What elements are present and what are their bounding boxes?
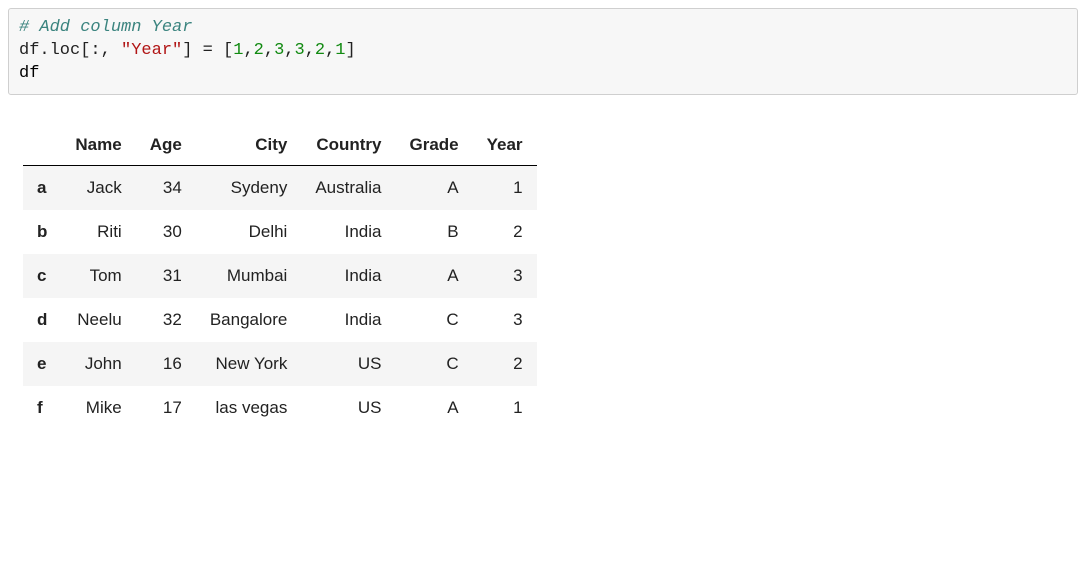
table-header-row: Name Age City Country Grade Year	[23, 125, 537, 166]
cell: C	[395, 298, 472, 342]
cell: New York	[196, 342, 302, 386]
cell: 16	[136, 342, 196, 386]
cell: las vegas	[196, 386, 302, 430]
table-row: a Jack 34 Sydeny Australia A 1	[23, 165, 537, 210]
column-header: City	[196, 125, 302, 166]
table-row: f Mike 17 las vegas US A 1	[23, 386, 537, 430]
table-row: c Tom 31 Mumbai India A 3	[23, 254, 537, 298]
cell: 2	[473, 210, 537, 254]
code-line-3: df	[19, 64, 39, 83]
column-header: Name	[61, 125, 135, 166]
cell: Sydeny	[196, 165, 302, 210]
cell: 34	[136, 165, 196, 210]
index-label: c	[23, 254, 61, 298]
code-line-2: df.loc[:, "Year"] = [1,2,3,3,2,1]	[19, 41, 356, 60]
cell: John	[61, 342, 135, 386]
table-row: d Neelu 32 Bangalore India C 3	[23, 298, 537, 342]
cell: 3	[473, 254, 537, 298]
cell: Tom	[61, 254, 135, 298]
column-header: Country	[301, 125, 395, 166]
table-row: b Riti 30 Delhi India B 2	[23, 210, 537, 254]
cell: A	[395, 165, 472, 210]
index-label: d	[23, 298, 61, 342]
cell: Mike	[61, 386, 135, 430]
column-header: Year	[473, 125, 537, 166]
cell: Mumbai	[196, 254, 302, 298]
cell: 1	[473, 386, 537, 430]
cell: A	[395, 254, 472, 298]
cell: B	[395, 210, 472, 254]
cell: Bangalore	[196, 298, 302, 342]
cell: C	[395, 342, 472, 386]
cell: 3	[473, 298, 537, 342]
dataframe-table: Name Age City Country Grade Year a Jack …	[23, 125, 537, 430]
code-cell[interactable]: # Add column Year df.loc[:, "Year"] = [1…	[8, 8, 1078, 95]
cell: Delhi	[196, 210, 302, 254]
cell: 17	[136, 386, 196, 430]
column-header: Grade	[395, 125, 472, 166]
cell: 31	[136, 254, 196, 298]
cell: Jack	[61, 165, 135, 210]
index-label: a	[23, 165, 61, 210]
index-label: f	[23, 386, 61, 430]
cell: 1	[473, 165, 537, 210]
cell: US	[301, 386, 395, 430]
cell: 2	[473, 342, 537, 386]
code-comment: # Add column Year	[19, 18, 192, 37]
index-corner	[23, 125, 61, 166]
index-label: e	[23, 342, 61, 386]
table-row: e John 16 New York US C 2	[23, 342, 537, 386]
cell: Neelu	[61, 298, 135, 342]
cell: A	[395, 386, 472, 430]
cell: India	[301, 210, 395, 254]
cell: US	[301, 342, 395, 386]
cell: 30	[136, 210, 196, 254]
column-header: Age	[136, 125, 196, 166]
cell: Australia	[301, 165, 395, 210]
cell: India	[301, 298, 395, 342]
cell: India	[301, 254, 395, 298]
output-area: Name Age City Country Grade Year a Jack …	[8, 125, 1078, 430]
cell: Riti	[61, 210, 135, 254]
cell: 32	[136, 298, 196, 342]
index-label: b	[23, 210, 61, 254]
